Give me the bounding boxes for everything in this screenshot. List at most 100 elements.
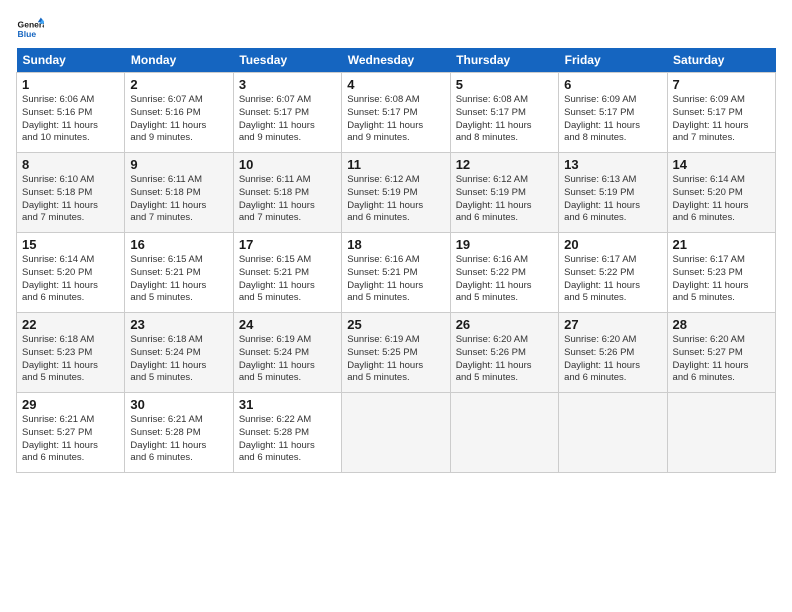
day-info: Sunrise: 6:14 AM Sunset: 5:20 PM Dayligh… xyxy=(673,174,770,225)
calendar-cell: 4 Sunrise: 6:08 AM Sunset: 5:17 PM Dayli… xyxy=(342,73,450,153)
day-number: 18 xyxy=(347,237,444,252)
day-number: 9 xyxy=(130,157,227,172)
calendar-cell: 30 Sunrise: 6:21 AM Sunset: 5:28 PM Dayl… xyxy=(125,393,233,473)
day-info: Sunrise: 6:19 AM Sunset: 5:24 PM Dayligh… xyxy=(239,334,336,385)
day-info: Sunrise: 6:12 AM Sunset: 5:19 PM Dayligh… xyxy=(456,174,553,225)
day-number: 16 xyxy=(130,237,227,252)
day-info: Sunrise: 6:18 AM Sunset: 5:23 PM Dayligh… xyxy=(22,334,119,385)
day-info: Sunrise: 6:08 AM Sunset: 5:17 PM Dayligh… xyxy=(456,94,553,145)
day-number: 7 xyxy=(673,77,770,92)
calendar-cell: 2 Sunrise: 6:07 AM Sunset: 5:16 PM Dayli… xyxy=(125,73,233,153)
day-info: Sunrise: 6:09 AM Sunset: 5:17 PM Dayligh… xyxy=(673,94,770,145)
day-number: 15 xyxy=(22,237,119,252)
day-info: Sunrise: 6:09 AM Sunset: 5:17 PM Dayligh… xyxy=(564,94,661,145)
calendar-cell xyxy=(559,393,667,473)
day-header-monday: Monday xyxy=(125,48,233,73)
day-info: Sunrise: 6:16 AM Sunset: 5:22 PM Dayligh… xyxy=(456,254,553,305)
day-number: 10 xyxy=(239,157,336,172)
day-info: Sunrise: 6:21 AM Sunset: 5:27 PM Dayligh… xyxy=(22,414,119,465)
calendar-cell: 11 Sunrise: 6:12 AM Sunset: 5:19 PM Dayl… xyxy=(342,153,450,233)
day-header-friday: Friday xyxy=(559,48,667,73)
day-info: Sunrise: 6:17 AM Sunset: 5:23 PM Dayligh… xyxy=(673,254,770,305)
day-info: Sunrise: 6:18 AM Sunset: 5:24 PM Dayligh… xyxy=(130,334,227,385)
day-number: 20 xyxy=(564,237,661,252)
day-info: Sunrise: 6:15 AM Sunset: 5:21 PM Dayligh… xyxy=(130,254,227,305)
calendar-cell: 6 Sunrise: 6:09 AM Sunset: 5:17 PM Dayli… xyxy=(559,73,667,153)
day-number: 3 xyxy=(239,77,336,92)
day-info: Sunrise: 6:20 AM Sunset: 5:26 PM Dayligh… xyxy=(456,334,553,385)
logo-icon: General Blue xyxy=(16,16,44,44)
day-info: Sunrise: 6:17 AM Sunset: 5:22 PM Dayligh… xyxy=(564,254,661,305)
day-info: Sunrise: 6:16 AM Sunset: 5:21 PM Dayligh… xyxy=(347,254,444,305)
calendar-cell xyxy=(450,393,558,473)
day-header-sunday: Sunday xyxy=(17,48,125,73)
day-number: 14 xyxy=(673,157,770,172)
day-info: Sunrise: 6:11 AM Sunset: 5:18 PM Dayligh… xyxy=(239,174,336,225)
day-number: 29 xyxy=(22,397,119,412)
calendar-cell: 9 Sunrise: 6:11 AM Sunset: 5:18 PM Dayli… xyxy=(125,153,233,233)
logo: General Blue xyxy=(16,16,46,44)
day-number: 8 xyxy=(22,157,119,172)
day-number: 6 xyxy=(564,77,661,92)
calendar-cell: 10 Sunrise: 6:11 AM Sunset: 5:18 PM Dayl… xyxy=(233,153,341,233)
calendar-cell: 5 Sunrise: 6:08 AM Sunset: 5:17 PM Dayli… xyxy=(450,73,558,153)
day-header-thursday: Thursday xyxy=(450,48,558,73)
calendar-cell: 23 Sunrise: 6:18 AM Sunset: 5:24 PM Dayl… xyxy=(125,313,233,393)
day-info: Sunrise: 6:15 AM Sunset: 5:21 PM Dayligh… xyxy=(239,254,336,305)
calendar-cell: 21 Sunrise: 6:17 AM Sunset: 5:23 PM Dayl… xyxy=(667,233,775,313)
day-number: 28 xyxy=(673,317,770,332)
day-info: Sunrise: 6:13 AM Sunset: 5:19 PM Dayligh… xyxy=(564,174,661,225)
day-number: 12 xyxy=(456,157,553,172)
day-info: Sunrise: 6:06 AM Sunset: 5:16 PM Dayligh… xyxy=(22,94,119,145)
day-number: 21 xyxy=(673,237,770,252)
calendar-cell xyxy=(342,393,450,473)
calendar-cell: 26 Sunrise: 6:20 AM Sunset: 5:26 PM Dayl… xyxy=(450,313,558,393)
page-header: General Blue xyxy=(16,16,776,44)
calendar-cell: 15 Sunrise: 6:14 AM Sunset: 5:20 PM Dayl… xyxy=(17,233,125,313)
day-info: Sunrise: 6:10 AM Sunset: 5:18 PM Dayligh… xyxy=(22,174,119,225)
day-info: Sunrise: 6:14 AM Sunset: 5:20 PM Dayligh… xyxy=(22,254,119,305)
calendar-cell: 19 Sunrise: 6:16 AM Sunset: 5:22 PM Dayl… xyxy=(450,233,558,313)
calendar-cell: 16 Sunrise: 6:15 AM Sunset: 5:21 PM Dayl… xyxy=(125,233,233,313)
day-number: 19 xyxy=(456,237,553,252)
day-header-tuesday: Tuesday xyxy=(233,48,341,73)
day-info: Sunrise: 6:21 AM Sunset: 5:28 PM Dayligh… xyxy=(130,414,227,465)
calendar-cell: 25 Sunrise: 6:19 AM Sunset: 5:25 PM Dayl… xyxy=(342,313,450,393)
day-number: 26 xyxy=(456,317,553,332)
day-number: 31 xyxy=(239,397,336,412)
day-header-wednesday: Wednesday xyxy=(342,48,450,73)
calendar-cell: 1 Sunrise: 6:06 AM Sunset: 5:16 PM Dayli… xyxy=(17,73,125,153)
calendar-cell: 3 Sunrise: 6:07 AM Sunset: 5:17 PM Dayli… xyxy=(233,73,341,153)
day-number: 23 xyxy=(130,317,227,332)
calendar-cell: 20 Sunrise: 6:17 AM Sunset: 5:22 PM Dayl… xyxy=(559,233,667,313)
day-info: Sunrise: 6:20 AM Sunset: 5:27 PM Dayligh… xyxy=(673,334,770,385)
day-number: 11 xyxy=(347,157,444,172)
calendar-cell: 13 Sunrise: 6:13 AM Sunset: 5:19 PM Dayl… xyxy=(559,153,667,233)
day-number: 17 xyxy=(239,237,336,252)
calendar-cell: 31 Sunrise: 6:22 AM Sunset: 5:28 PM Dayl… xyxy=(233,393,341,473)
day-number: 24 xyxy=(239,317,336,332)
day-info: Sunrise: 6:19 AM Sunset: 5:25 PM Dayligh… xyxy=(347,334,444,385)
day-info: Sunrise: 6:07 AM Sunset: 5:17 PM Dayligh… xyxy=(239,94,336,145)
day-number: 2 xyxy=(130,77,227,92)
calendar-cell: 7 Sunrise: 6:09 AM Sunset: 5:17 PM Dayli… xyxy=(667,73,775,153)
calendar-cell: 17 Sunrise: 6:15 AM Sunset: 5:21 PM Dayl… xyxy=(233,233,341,313)
day-number: 25 xyxy=(347,317,444,332)
calendar-cell: 14 Sunrise: 6:14 AM Sunset: 5:20 PM Dayl… xyxy=(667,153,775,233)
day-info: Sunrise: 6:07 AM Sunset: 5:16 PM Dayligh… xyxy=(130,94,227,145)
day-number: 4 xyxy=(347,77,444,92)
calendar-cell: 24 Sunrise: 6:19 AM Sunset: 5:24 PM Dayl… xyxy=(233,313,341,393)
day-info: Sunrise: 6:11 AM Sunset: 5:18 PM Dayligh… xyxy=(130,174,227,225)
calendar-cell: 8 Sunrise: 6:10 AM Sunset: 5:18 PM Dayli… xyxy=(17,153,125,233)
day-number: 30 xyxy=(130,397,227,412)
day-header-saturday: Saturday xyxy=(667,48,775,73)
svg-text:Blue: Blue xyxy=(18,29,37,39)
calendar-cell: 12 Sunrise: 6:12 AM Sunset: 5:19 PM Dayl… xyxy=(450,153,558,233)
day-number: 5 xyxy=(456,77,553,92)
calendar-cell xyxy=(667,393,775,473)
day-number: 1 xyxy=(22,77,119,92)
day-info: Sunrise: 6:22 AM Sunset: 5:28 PM Dayligh… xyxy=(239,414,336,465)
calendar-cell: 29 Sunrise: 6:21 AM Sunset: 5:27 PM Dayl… xyxy=(17,393,125,473)
calendar-cell: 22 Sunrise: 6:18 AM Sunset: 5:23 PM Dayl… xyxy=(17,313,125,393)
day-info: Sunrise: 6:12 AM Sunset: 5:19 PM Dayligh… xyxy=(347,174,444,225)
